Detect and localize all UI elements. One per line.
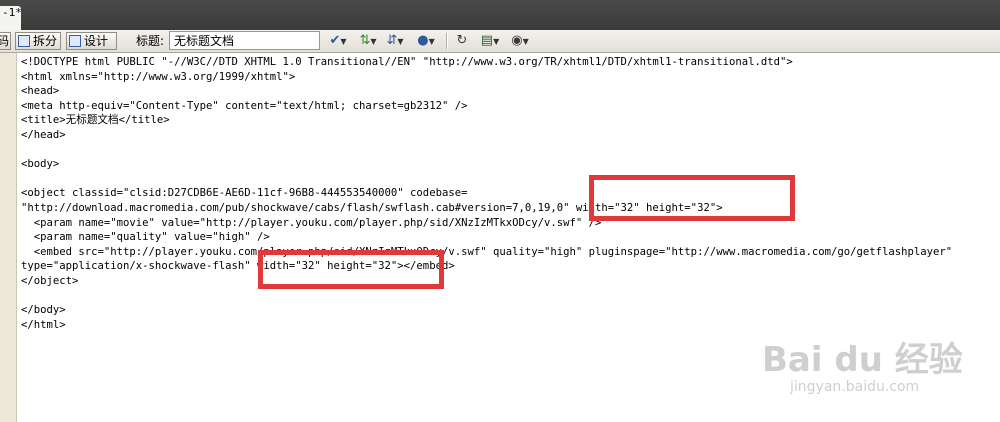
split-view-label: 拆分 (33, 34, 58, 48)
code-line: <meta http-equiv="Content-Type" content=… (21, 99, 468, 112)
code-line: </head> (21, 128, 66, 141)
document-toolbar: 码 拆分 设计 标题: ✔▼ ⇅▼ ⇵▼ ●▼ ↻ ▤▼ ◉▼ (0, 30, 1000, 53)
preview-debug-icon[interactable]: ⇵▼ (384, 32, 406, 50)
code-line: <param name="quality" value="high" /> (21, 231, 270, 244)
toolbar-separator (446, 33, 448, 49)
split-view-button[interactable]: 拆分 (15, 32, 61, 50)
code-line: <object classid="clsid:D27CDB6E-AE6D-11c… (21, 187, 468, 200)
code-line: <body> (21, 158, 60, 171)
code-view-button[interactable]: 码 (0, 32, 11, 50)
editor-gutter (0, 53, 17, 422)
title-input[interactable] (169, 31, 320, 50)
globe-icon[interactable]: ●▼ (413, 32, 439, 50)
baidu-jingyan-watermark: Bai du 经验 jingyan.baidu.com (762, 342, 992, 412)
design-view-icon (69, 35, 81, 47)
code-view-label: 码 (0, 34, 10, 48)
code-line: </object> (21, 274, 79, 287)
watermark-url: jingyan.baidu.com (790, 379, 920, 395)
document-tab[interactable]: -1* (0, 6, 22, 30)
code-line: <html xmlns="http://www.w3.org/1999/xhtm… (21, 70, 296, 83)
file-management-icon[interactable]: ⇅▼ (357, 32, 379, 50)
split-view-icon (18, 35, 30, 47)
document-tab-bar: -1* (0, 0, 1000, 30)
code-line: </body> (21, 304, 66, 317)
code-line: <!DOCTYPE html PUBLIC "-//W3C//DTD XHTML… (21, 56, 793, 68)
highlight-box-embed-size (258, 250, 444, 289)
code-line: "http://download.macromedia.com/pub/shoc… (21, 201, 723, 214)
title-label: 标题: (136, 34, 165, 48)
code-line: </html> (21, 318, 66, 331)
code-line: <head> (21, 85, 60, 98)
code-line: <embed src="http://player.youku.com/play… (21, 245, 953, 258)
watermark-logo: Bai du 经验 (762, 340, 963, 380)
validate-icon[interactable]: ✔▼ (325, 32, 351, 50)
code-line: <title>无标题文档</title> (21, 114, 170, 127)
design-view-label: 设计 (84, 34, 109, 48)
code-editor[interactable]: <!DOCTYPE html PUBLIC "-//W3C//DTD XHTML… (21, 55, 1000, 332)
design-view-button[interactable]: 设计 (66, 32, 117, 50)
highlight-box-object-size (589, 175, 795, 221)
refresh-icon[interactable]: ↻ (453, 32, 471, 50)
code-line: <param name="movie" value="http://player… (21, 216, 602, 229)
code-line: type="application/x-shockwave-flash" wid… (21, 260, 455, 273)
visual-aids-icon[interactable]: ◉▼ (507, 32, 533, 50)
view-options-icon[interactable]: ▤▼ (478, 32, 502, 50)
